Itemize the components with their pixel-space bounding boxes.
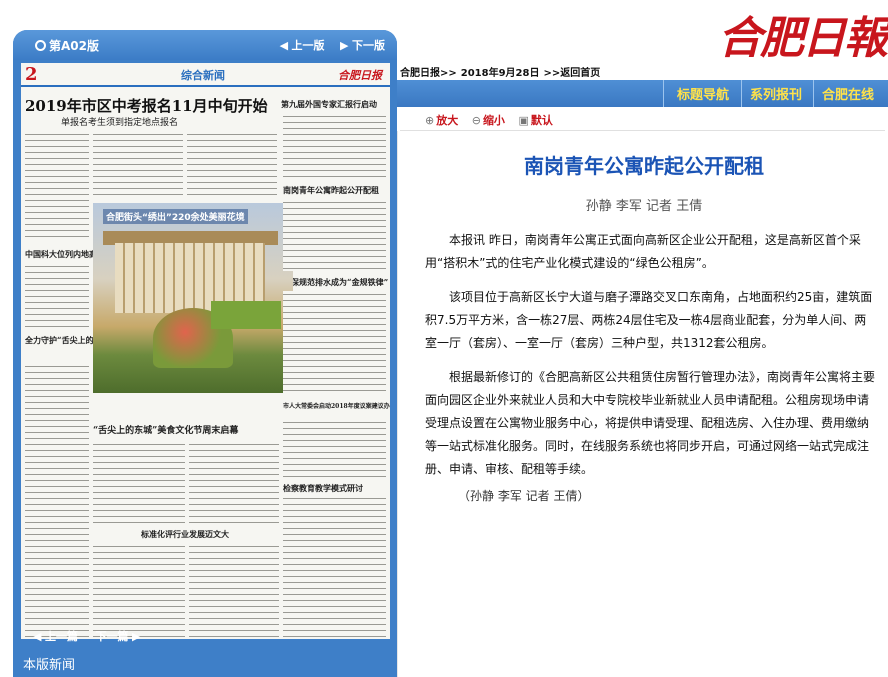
next-article-link[interactable]: 下一篇 ▶ [95, 630, 140, 643]
thumb-section: 综合新闻 [181, 69, 225, 82]
thumb-article-headline[interactable]: 市人大常委会启动2018年度议案建议办理情况评估工作 [283, 401, 390, 410]
nav-hefei-online[interactable]: 合肥在线 [822, 84, 874, 103]
thumb-text-column [283, 419, 386, 477]
thumb-masthead: 合肥日报 [338, 69, 382, 82]
thumb-article-headline[interactable]: 南岗青年公寓昨起公开配租 [283, 185, 379, 196]
thumb-article-headline[interactable]: “舌尖上的东城”美食文化节周末启幕 [93, 423, 238, 436]
page-news-heading: 本版新闻 [23, 658, 76, 673]
thumb-text-column [93, 131, 183, 195]
breadcrumb-date: 2018年9月28日 [460, 68, 540, 79]
zoom-out-button[interactable]: ⊖ 缩小 [472, 114, 505, 127]
thumb-text-column [283, 113, 386, 179]
panel-header: 第A02版 ◀ 上一版 ▶ 下一版 [13, 30, 397, 60]
thumb-photo [93, 203, 293, 393]
top-nav-bar: 标题导航 系列报刊 合肥在线 [397, 80, 888, 107]
newspaper-page-thumbnail[interactable]: 2 综合新闻 合肥日报 2019年市区中考报名11月中旬开始 单报名考生须到指定… [21, 63, 390, 639]
breadcrumb-paper[interactable]: 合肥日报>> [400, 68, 457, 79]
page-nav-top: ◀ 上一版 ▶ 下一版 [268, 37, 385, 53]
thumb-photo-title[interactable]: 合肥街头“绣出”220余处美丽花境 [103, 209, 248, 224]
thumb-article-headline[interactable]: 标准化评行业发展迈文大 [141, 529, 229, 540]
thumb-text-column [283, 495, 386, 639]
breadcrumb: 合肥日报>> 2018年9月28日 >>返回首页 [400, 64, 604, 79]
content-left-border [397, 131, 398, 677]
zoom-in-icon: ⊕ [425, 114, 435, 127]
article-body: 本报讯 昨日，南岗青年公寓正式面向高新区企业公开配租，这是高新区首个采用“搭积木… [425, 229, 875, 492]
thumb-text-column [25, 363, 89, 639]
nav-divider [813, 80, 814, 107]
thumb-text-column [187, 131, 277, 195]
thumb-page-number: 2 [25, 64, 38, 85]
article-signature: （孙静 李军 记者 王倩） [458, 489, 590, 503]
thumb-article-headline[interactable]: 确保规范排水成为“金规铁律” [283, 277, 388, 288]
article-byline: 孙静 李军 记者 王倩 [585, 199, 703, 214]
thumb-article-headline[interactable]: 第九届外国专家汇报行启动 [281, 99, 377, 110]
edition-label: 第A02版 [35, 37, 99, 54]
zoom-in-button[interactable]: ⊕ 放大 [425, 114, 458, 127]
nav-series-papers[interactable]: 系列报刊 [750, 84, 802, 103]
thumb-text-column [283, 291, 386, 395]
thumb-article-headline[interactable]: 检察教育教学模式研讨 [283, 483, 363, 494]
prev-article-link[interactable]: ◀ 上一篇 [33, 630, 78, 643]
article-title: 南岗青年公寓昨起公开配租 [524, 154, 764, 178]
thumb-text-column [189, 543, 279, 639]
thumb-topbar: 2 综合新闻 合肥日报 [21, 63, 390, 87]
thumb-text-column [93, 441, 185, 525]
zoom-out-icon: ⊖ [471, 114, 481, 127]
nav-divider [741, 80, 742, 107]
next-page-link[interactable]: ▶ 下一版 [340, 39, 385, 52]
default-size-button[interactable]: ▣ 默认 [518, 114, 552, 127]
article-paragraph: 该项目位于高新区长宁大道与磨子潭路交叉口东南角，占地面积约25亩，建筑面积7.5… [425, 290, 873, 350]
page-root: 第A02版 ◀ 上一版 ▶ 下一版 2 综合新闻 合肥日报 2019年市区中考报… [0, 0, 888, 677]
masthead-logo: 合肥日報 [718, 13, 888, 64]
prev-page-link[interactable]: ◀ 上一版 [280, 39, 325, 52]
thumb-headline[interactable]: 2019年市区中考报名11月中旬开始 [25, 95, 268, 116]
thumb-text-column [283, 199, 386, 271]
breadcrumb-home-link[interactable]: >>返回首页 [543, 68, 600, 79]
thumb-subheadline: 单报名考生须到指定地点报名 [61, 118, 179, 128]
thumb-text-column [25, 263, 89, 329]
page-preview-panel: 第A02版 ◀ 上一版 ▶ 下一版 2 综合新闻 合肥日报 2019年市区中考报… [13, 30, 397, 677]
nav-divider [663, 80, 664, 107]
thumb-text-column [189, 441, 279, 525]
default-size-icon: ▣ [518, 114, 529, 127]
text-size-tools: ⊕ 放大 ⊖ 缩小 ▣ 默认 [425, 112, 563, 128]
article-paragraph: 根据最新修订的《合肥高新区公共租赁住房暂行管理办法》，南岗青年公寓将主要面向园区… [425, 370, 876, 476]
article-nav-bottom: ◀ 上一篇 下一篇 ▶ [33, 628, 154, 644]
thumb-ad-block [211, 301, 281, 329]
article-paragraph: 本报讯 昨日，南岗青年公寓正式面向高新区企业公开配租，这是高新区首个采用“搭积木… [425, 233, 861, 270]
thumb-text-column [93, 543, 185, 639]
nav-title-guide[interactable]: 标题导航 [677, 84, 729, 103]
edition-ring-icon [35, 40, 46, 51]
tools-divider [400, 130, 885, 131]
thumb-text-column [25, 131, 89, 241]
